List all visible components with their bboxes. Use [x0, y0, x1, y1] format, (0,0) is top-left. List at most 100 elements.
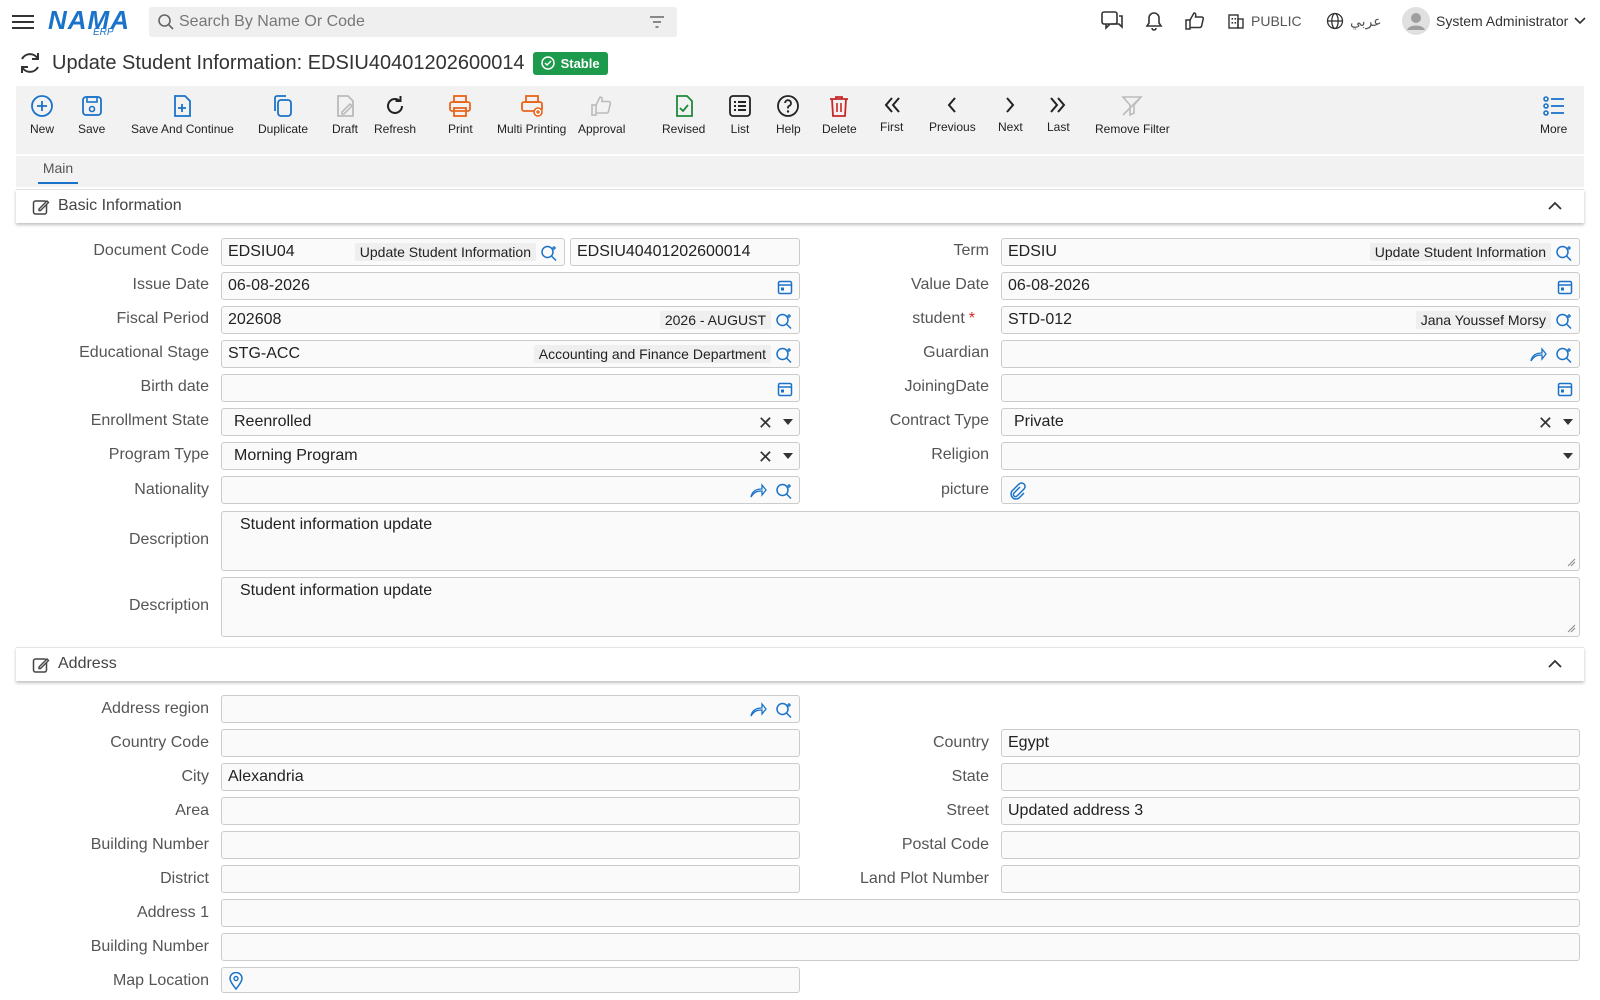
resize-handle-icon[interactable]: [1566, 557, 1576, 567]
draft-icon: [337, 95, 354, 117]
save-button[interactable]: Save: [78, 94, 105, 136]
basic-information-header[interactable]: Basic Information: [16, 189, 1584, 223]
lookup-icon[interactable]: [775, 701, 793, 719]
land-plot-number-field[interactable]: [1001, 865, 1580, 893]
district-field[interactable]: [221, 865, 800, 893]
issue-date-value: 06-08-2026: [228, 277, 310, 294]
new-button[interactable]: New: [30, 94, 54, 136]
menu-icon[interactable]: [12, 11, 34, 31]
street-field[interactable]: Updated address 3: [1001, 797, 1580, 825]
bell-icon[interactable]: [1143, 10, 1165, 32]
search-input[interactable]: Search By Name Or Code: [149, 7, 677, 37]
next-button[interactable]: Next: [998, 94, 1023, 134]
chevron-up-icon[interactable]: [1548, 659, 1562, 669]
address-region-field[interactable]: [221, 695, 800, 723]
approval-button[interactable]: Approval: [578, 94, 625, 136]
postal-code-label: Postal Code: [901, 836, 989, 853]
refresh-button[interactable]: Refresh: [374, 94, 416, 136]
lookup-icon[interactable]: [1555, 312, 1573, 330]
guardian-field[interactable]: [1001, 340, 1580, 368]
chevron-right-icon: [1006, 97, 1015, 113]
lookup-icon[interactable]: [1555, 244, 1573, 262]
address1-field[interactable]: [221, 899, 1580, 927]
address-header[interactable]: Address: [16, 647, 1584, 681]
resize-handle-icon[interactable]: [1566, 623, 1576, 633]
save-and-continue-button[interactable]: Save And Continue: [131, 94, 234, 136]
map-location-label: Map Location: [112, 972, 209, 989]
print-button[interactable]: Print: [448, 94, 473, 136]
student-field[interactable]: STD-012 Jana Youssef Morsy: [1001, 306, 1580, 334]
chat-icon[interactable]: [1100, 10, 1124, 32]
picture-field[interactable]: [1001, 476, 1580, 504]
lookup-icon[interactable]: [540, 244, 558, 262]
chevron-up-icon[interactable]: [1548, 201, 1562, 211]
district-label: District: [160, 870, 209, 887]
clear-icon[interactable]: ✕: [758, 447, 773, 468]
more-button[interactable]: More: [1540, 94, 1567, 136]
calendar-icon[interactable]: [1557, 381, 1573, 397]
share-icon[interactable]: [749, 702, 767, 718]
remove-filter-button[interactable]: Remove Filter: [1095, 94, 1170, 136]
document-number-field[interactable]: EDSIU40401202600014: [570, 238, 800, 266]
filter-icon[interactable]: [649, 16, 665, 28]
country-field[interactable]: Egypt: [1001, 729, 1580, 757]
contract-type-select[interactable]: Private ✕: [1001, 408, 1580, 436]
like-icon[interactable]: [1184, 10, 1206, 32]
enrollment-state-select[interactable]: Reenrolled ✕: [221, 408, 800, 436]
list-button[interactable]: List: [728, 94, 752, 136]
duplicate-button[interactable]: Duplicate: [258, 94, 308, 136]
language-switch[interactable]: عربي: [1326, 12, 1382, 30]
map-pin-icon[interactable]: [228, 972, 244, 990]
first-button[interactable]: First: [880, 94, 903, 134]
revised-button[interactable]: Revised: [662, 94, 705, 136]
draft-button[interactable]: Draft: [332, 94, 358, 136]
nationality-label: Nationality: [134, 481, 209, 498]
issue-date-field[interactable]: 06-08-2026: [221, 272, 800, 300]
new-label: New: [30, 122, 55, 136]
help-button[interactable]: Help: [776, 94, 801, 136]
lookup-icon[interactable]: [1555, 346, 1573, 364]
reload-icon[interactable]: [16, 49, 44, 77]
clear-icon[interactable]: ✕: [758, 413, 773, 434]
city-field[interactable]: Alexandria: [221, 763, 800, 791]
country-code-field[interactable]: [221, 729, 800, 757]
fiscal-period-field[interactable]: 202608 2026 - AUGUST: [221, 306, 800, 334]
caret-down-icon[interactable]: [1563, 419, 1573, 425]
share-icon[interactable]: [1529, 347, 1547, 363]
nationality-field[interactable]: [221, 476, 800, 504]
last-button[interactable]: Last: [1047, 94, 1070, 134]
multi-printing-button[interactable]: Multi Printing: [497, 94, 566, 136]
paperclip-icon[interactable]: [1008, 482, 1026, 500]
description-2-textarea[interactable]: Student information update: [221, 577, 1580, 637]
value-date-field[interactable]: 06-08-2026: [1001, 272, 1580, 300]
branch-selector[interactable]: PUBLIC: [1227, 12, 1302, 30]
term-field[interactable]: EDSIU Update Student Information: [1001, 238, 1580, 266]
logo[interactable]: NAMA ERP: [48, 4, 130, 38]
joining-date-field[interactable]: [1001, 374, 1580, 402]
postal-code-field[interactable]: [1001, 831, 1580, 859]
building-number-field[interactable]: [221, 831, 800, 859]
clear-icon[interactable]: ✕: [1538, 413, 1553, 434]
map-location-field[interactable]: [221, 967, 800, 993]
educational-stage-field[interactable]: STG-ACC Accounting and Finance Departmen…: [221, 340, 800, 368]
religion-select[interactable]: [1001, 442, 1580, 470]
previous-button[interactable]: Previous: [929, 94, 976, 134]
share-icon[interactable]: [749, 483, 767, 499]
required-marker: *: [968, 310, 975, 327]
term-name: Update Student Information: [1369, 243, 1551, 261]
birth-date-field[interactable]: [221, 374, 800, 402]
state-field[interactable]: [1001, 763, 1580, 791]
fiscal-period-label: Fiscal Period: [116, 310, 209, 327]
tab-main[interactable]: Main: [38, 160, 78, 184]
user-menu[interactable]: System Administrator: [1402, 7, 1586, 35]
delete-button[interactable]: Delete: [822, 94, 857, 136]
calendar-icon[interactable]: [1557, 279, 1573, 295]
document-code-field[interactable]: EDSIU04 Update Student Information: [221, 238, 565, 266]
program-type-select[interactable]: Morning Program ✕: [221, 442, 800, 470]
birth-date-label: Birth date: [140, 378, 209, 395]
caret-down-icon[interactable]: [1563, 453, 1573, 459]
logo-text: NAMA: [48, 5, 130, 35]
area-field[interactable]: [221, 797, 800, 825]
building-number-2-field[interactable]: [221, 933, 1580, 961]
description-textarea[interactable]: Student information update: [221, 511, 1580, 571]
